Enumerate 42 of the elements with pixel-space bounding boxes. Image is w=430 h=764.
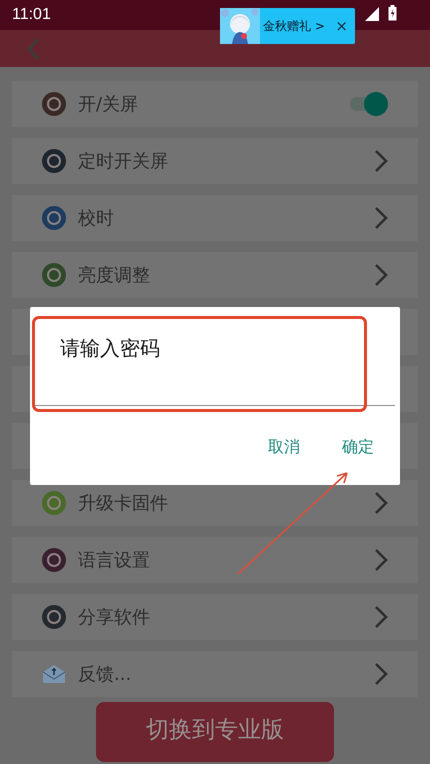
dialog-title: 请输入密码 <box>60 335 160 362</box>
setting-label: 亮度调整 <box>78 264 150 287</box>
setting-label: 分享软件 <box>78 606 150 629</box>
settings-row[interactable]: 亮度调整 <box>12 252 418 298</box>
settings-row[interactable]: 开/关屏 <box>12 81 418 127</box>
battery-icon <box>388 5 397 21</box>
chevron-icon <box>374 548 388 572</box>
settings-row[interactable]: 语言设置 <box>12 537 418 583</box>
setting-label: 反馈... <box>78 663 132 686</box>
setting-label: 校时 <box>78 207 114 230</box>
setting-label: 定时开关屏 <box>78 150 168 173</box>
switch-pro-button[interactable]: 切换到专业版 <box>96 702 334 762</box>
dialog-button[interactable]: 取消 <box>266 435 302 460</box>
signal-icon <box>365 7 379 21</box>
close-icon[interactable]: × <box>335 17 348 35</box>
settings-row[interactable]: 升级卡固件 <box>12 480 418 526</box>
status-time: 11:01 <box>12 6 51 24</box>
chevron-icon <box>374 491 388 515</box>
dialog-button[interactable]: 确定 <box>340 435 376 460</box>
chevron-icon <box>374 206 388 230</box>
chevron-icon <box>374 263 388 287</box>
promo-label: 金秋赠礼 > <box>263 18 325 34</box>
setting-icon <box>42 662 66 686</box>
promo-banner[interactable]: 金秋赠礼 > × <box>220 8 355 44</box>
setting-label: 升级卡固件 <box>78 492 168 515</box>
chevron-icon <box>374 605 388 629</box>
setting-icon <box>42 149 66 173</box>
setting-label: 语言设置 <box>78 549 150 572</box>
setting-icon <box>42 263 66 287</box>
settings-row[interactable]: 反馈... <box>12 651 418 697</box>
setting-icon <box>42 92 66 116</box>
setting-label: 开/关屏 <box>78 93 138 116</box>
setting-icon <box>42 605 66 629</box>
setting-icon <box>42 548 66 572</box>
settings-row[interactable]: 校时 <box>12 195 418 241</box>
settings-row[interactable]: 定时开关屏 <box>12 138 418 184</box>
settings-row[interactable]: 分享软件 <box>12 594 418 640</box>
chevron-icon <box>374 149 388 173</box>
chevron-icon <box>374 662 388 686</box>
setting-icon <box>42 206 66 230</box>
back-icon[interactable] <box>26 36 40 60</box>
setting-icon <box>42 491 66 515</box>
